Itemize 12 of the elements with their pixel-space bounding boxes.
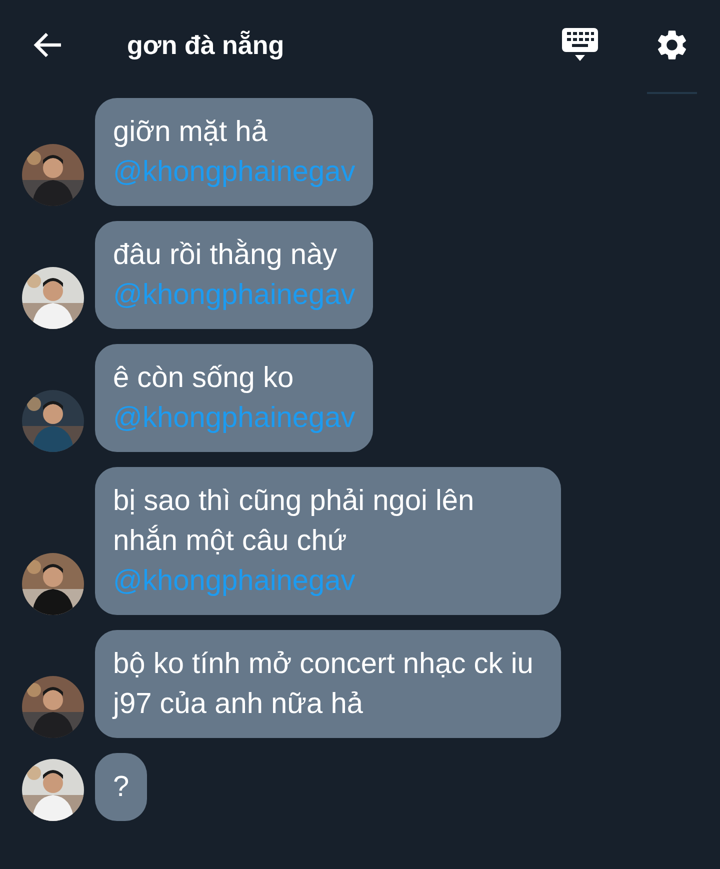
mention-link[interactable]: @khongphainegav (113, 152, 356, 192)
keyboard-icon[interactable] (561, 27, 599, 63)
message-text: giỡn mặt hả (113, 115, 268, 150)
mention-link[interactable]: @khongphainegav (113, 398, 356, 438)
message-text: ? (113, 770, 130, 805)
message-text: ê còn sống ko (113, 361, 295, 396)
message-text: đâu rồi thằng này (113, 238, 338, 273)
mention-link[interactable]: @khongphainegav (113, 561, 543, 601)
message-text: bộ ko tính mở concert nhạc ck iu j97 của anh nữa hả (113, 647, 534, 722)
message-text: bị sao thì cũng phải ngoi lên nhắn một câu chứ (113, 484, 476, 559)
chat-title: gơn đà nẵng (127, 30, 286, 60)
mention-link[interactable]: @khongphainegav (113, 275, 356, 315)
